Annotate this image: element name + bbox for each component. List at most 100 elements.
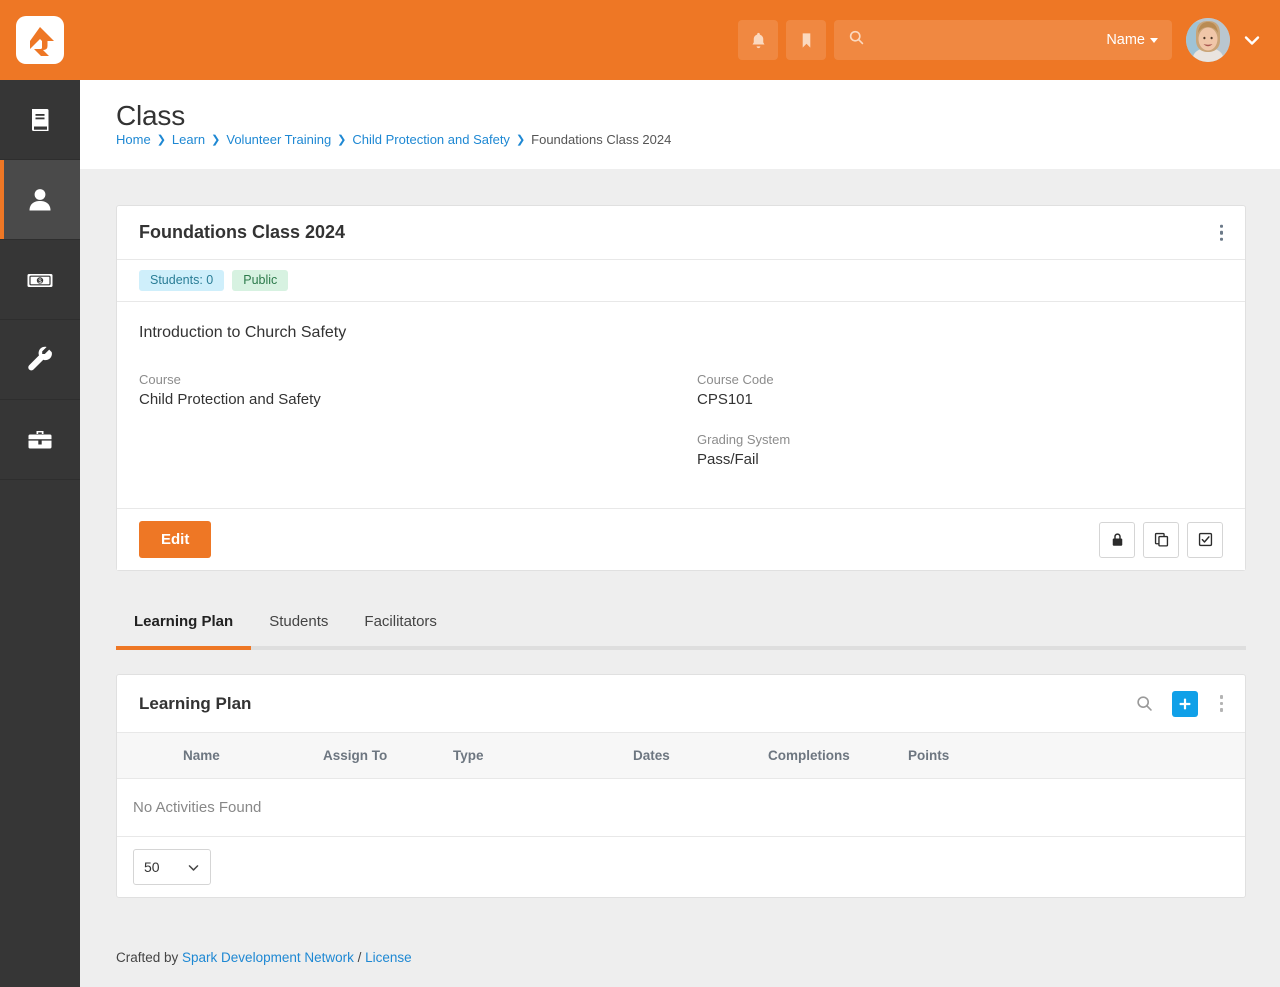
edit-button[interactable]: Edit bbox=[139, 521, 212, 558]
chevron-down-icon bbox=[188, 864, 199, 871]
class-badges: Students: 0 Public bbox=[117, 260, 1245, 302]
breadcrumb-separator-icon: ❯ bbox=[337, 134, 347, 146]
global-search[interactable]: Name bbox=[834, 20, 1172, 60]
learning-plan-header: Learning Plan bbox=[117, 675, 1245, 733]
kebab-menu-icon bbox=[1219, 230, 1223, 235]
breadcrumb-separator-icon: ❯ bbox=[515, 134, 526, 146]
search-icon bbox=[848, 29, 865, 51]
search-scope-label: Name bbox=[1106, 32, 1145, 48]
copy-button[interactable] bbox=[1143, 521, 1179, 558]
bell-icon bbox=[752, 32, 764, 48]
breadcrumb-item-home[interactable]: Home bbox=[116, 132, 151, 147]
wrench-icon bbox=[28, 346, 52, 370]
breadcrumb: Home ❯ Learn ❯ Volunteer Training ❯ Chil… bbox=[116, 132, 671, 147]
avatar-image bbox=[1186, 18, 1230, 62]
learning-plan-menu-button[interactable] bbox=[1216, 691, 1228, 716]
footer-prefix: Crafted by bbox=[116, 950, 183, 965]
column-header-dates[interactable]: Dates bbox=[617, 748, 752, 763]
field-course-code-label: Course Code bbox=[697, 372, 774, 387]
search-scope-selector[interactable]: Name bbox=[1106, 32, 1158, 48]
learning-plan-actions bbox=[1135, 690, 1228, 717]
learning-plan-panel: Learning Plan Name Assign To Type Dates … bbox=[116, 674, 1246, 898]
tab-facilitators[interactable]: Facilitators bbox=[346, 613, 455, 646]
lock-icon bbox=[1112, 533, 1122, 546]
search-icon bbox=[1136, 696, 1152, 711]
check-square-icon bbox=[1198, 532, 1212, 547]
class-fields-left: Course Child Protection and Safety bbox=[139, 372, 681, 492]
class-card-header: Foundations Class 2024 bbox=[117, 206, 1245, 260]
field-course-code: Course Code CPS101 bbox=[697, 372, 1223, 408]
class-card-footer: Edit bbox=[117, 508, 1245, 570]
class-card-menu-button[interactable] bbox=[1216, 220, 1228, 245]
footer-org-link[interactable]: Spark Development Network bbox=[182, 950, 354, 965]
sidebar-item-learn[interactable] bbox=[0, 80, 80, 160]
tab-learning-plan[interactable]: Learning Plan bbox=[116, 613, 252, 650]
footer-license-link[interactable]: License bbox=[365, 950, 412, 965]
class-fields-right: Course Code CPS101 Grading System Pass/F… bbox=[681, 372, 1223, 492]
breadcrumb-item-child-protection-and-safety[interactable]: Child Protection and Safety bbox=[352, 132, 510, 147]
status-badge-students: Students: 0 bbox=[139, 269, 225, 292]
footer-separator: / bbox=[353, 950, 366, 965]
footer-credit: Crafted by Spark Development Network / L… bbox=[116, 950, 412, 965]
empty-state-message: No Activities Found bbox=[117, 779, 1245, 837]
status-badge-public: Public bbox=[232, 269, 289, 292]
tab-students[interactable]: Students bbox=[251, 613, 346, 646]
field-course: Course Child Protection and Safety bbox=[139, 372, 681, 408]
page-size-value: 50 bbox=[144, 859, 160, 875]
class-detail-card: Foundations Class 2024 Students: 0 Publi… bbox=[116, 205, 1246, 571]
rock-logo[interactable] bbox=[16, 16, 64, 64]
column-header-type[interactable]: Type bbox=[437, 748, 617, 763]
left-sidebar: $ bbox=[0, 80, 80, 987]
field-course-label: Course bbox=[139, 372, 181, 387]
kebab-menu-icon bbox=[1219, 708, 1223, 712]
book-icon bbox=[32, 108, 49, 131]
avatar[interactable] bbox=[1186, 18, 1230, 62]
kebab-menu-icon bbox=[1219, 695, 1223, 699]
page-size-select[interactable]: 50 bbox=[133, 849, 211, 885]
notifications-button[interactable] bbox=[738, 20, 778, 60]
column-header-assign-to[interactable]: Assign To bbox=[307, 748, 437, 763]
page-title: Class bbox=[116, 100, 186, 131]
money-bill-icon: $ bbox=[27, 273, 53, 287]
grid-search-button[interactable] bbox=[1135, 694, 1154, 713]
top-bar-right: Name bbox=[738, 0, 1266, 80]
security-button[interactable] bbox=[1099, 521, 1135, 558]
check-square-button[interactable] bbox=[1187, 521, 1223, 558]
column-header-name[interactable]: Name bbox=[117, 748, 307, 763]
content-area: Foundations Class 2024 Students: 0 Publi… bbox=[80, 169, 1280, 987]
kebab-menu-icon bbox=[1219, 701, 1223, 706]
class-card-actions bbox=[1099, 521, 1223, 558]
plus-icon bbox=[1179, 698, 1190, 709]
learning-plan-footer: 50 bbox=[117, 837, 1245, 897]
chevron-down-icon bbox=[1244, 36, 1260, 45]
breadcrumb-item-current: Foundations Class 2024 bbox=[531, 132, 672, 147]
class-fields-grid: Course Child Protection and Safety Cours… bbox=[139, 372, 1223, 492]
bookmarks-button[interactable] bbox=[786, 20, 826, 60]
chevron-down-icon bbox=[1150, 37, 1158, 43]
class-tabs: Learning Plan Students Facilitators bbox=[116, 594, 1246, 650]
class-card-title: Foundations Class 2024 bbox=[139, 222, 346, 242]
bookmark-icon bbox=[802, 32, 810, 48]
field-course-value: Child Protection and Safety bbox=[139, 391, 321, 408]
breadcrumb-item-volunteer-training[interactable]: Volunteer Training bbox=[226, 132, 331, 147]
sidebar-item-finance[interactable]: $ bbox=[0, 240, 80, 320]
sidebar-item-people[interactable] bbox=[0, 160, 80, 240]
top-bar: Name bbox=[0, 0, 1280, 80]
add-activity-button[interactable] bbox=[1171, 690, 1198, 717]
column-header-completions[interactable]: Completions bbox=[752, 748, 892, 763]
person-icon bbox=[29, 188, 51, 210]
breadcrumb-separator-icon: ❯ bbox=[156, 134, 166, 146]
column-header-points[interactable]: Points bbox=[892, 748, 1012, 763]
sidebar-item-admin-tools[interactable] bbox=[0, 320, 80, 400]
field-course-code-value: CPS101 bbox=[697, 391, 753, 408]
field-grading-system: Grading System Pass/Fail bbox=[697, 432, 1223, 468]
breadcrumb-item-learn[interactable]: Learn bbox=[172, 132, 205, 147]
learning-plan-title: Learning Plan bbox=[139, 693, 252, 713]
copy-icon bbox=[1154, 532, 1168, 547]
page-header: Class Home ❯ Learn ❯ Volunteer Training … bbox=[80, 80, 1280, 169]
sidebar-item-tools[interactable] bbox=[0, 400, 80, 480]
kebab-menu-icon bbox=[1219, 237, 1223, 241]
user-menu-toggle[interactable] bbox=[1242, 30, 1262, 50]
class-description: Introduction to Church Safety bbox=[139, 324, 347, 341]
field-grading-system-value: Pass/Fail bbox=[697, 451, 759, 468]
